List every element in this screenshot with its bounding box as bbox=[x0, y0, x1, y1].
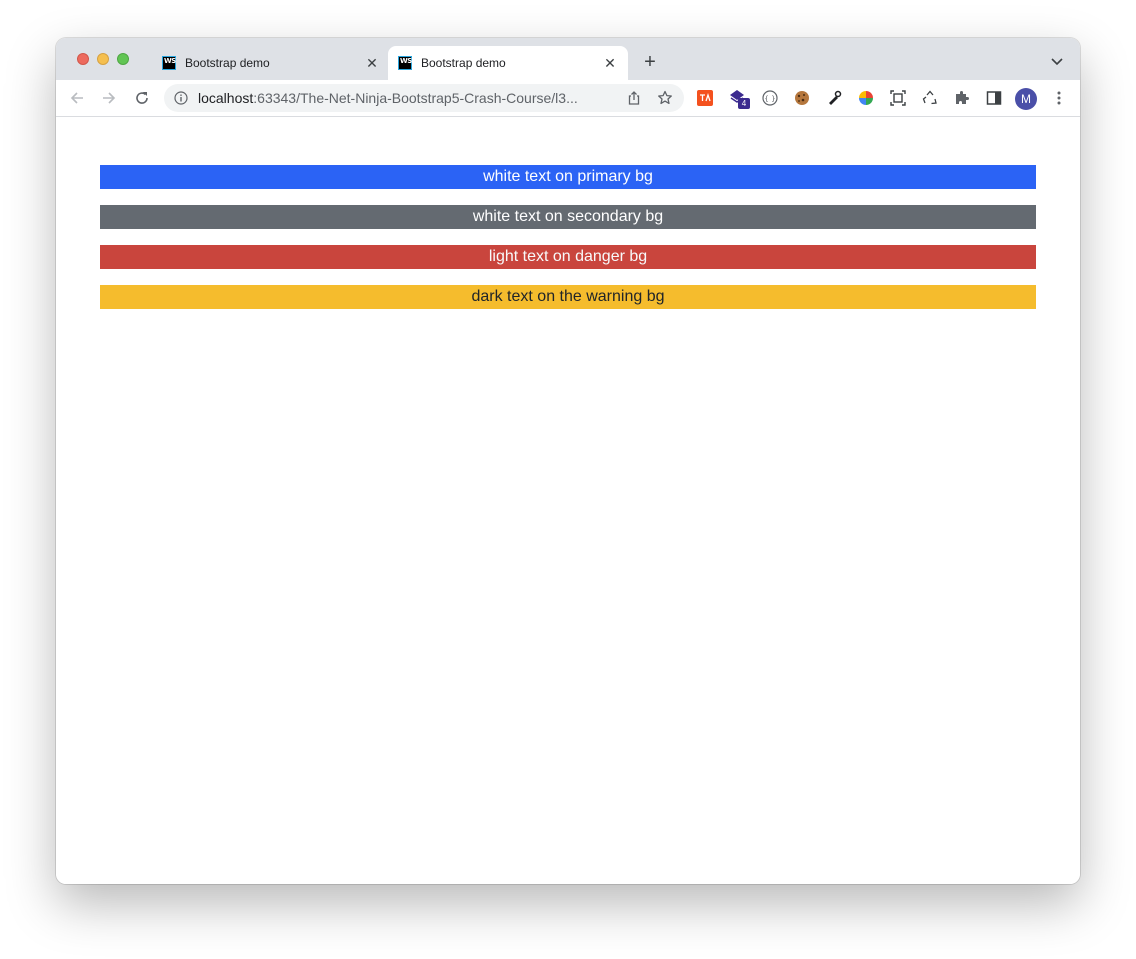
page-content: white text on primary bg white text on s… bbox=[56, 117, 1080, 884]
tab-strip: WS Bootstrap demo ✕ WS Bootstrap demo ✕ … bbox=[56, 38, 1080, 80]
minimize-window-button[interactable] bbox=[97, 53, 109, 65]
extension-translate-icon[interactable] bbox=[697, 90, 713, 106]
close-tab-icon[interactable]: ✕ bbox=[364, 55, 380, 72]
extension-layers-icon[interactable]: 4 bbox=[729, 89, 750, 109]
forward-arrow-icon[interactable] bbox=[100, 89, 118, 107]
share-icon[interactable] bbox=[626, 90, 642, 106]
extension-pen-icon[interactable] bbox=[826, 90, 842, 106]
extension-cookie-icon[interactable] bbox=[794, 90, 810, 106]
svg-text:{ }: { } bbox=[764, 95, 775, 103]
extension-recycle-icon[interactable] bbox=[922, 90, 938, 106]
danger-bg-bar: light text on danger bg bbox=[100, 245, 1036, 269]
tab-bootstrap-demo-2[interactable]: WS Bootstrap demo ✕ bbox=[388, 46, 628, 80]
profile-avatar[interactable]: M bbox=[1015, 88, 1037, 110]
kebab-menu-icon[interactable] bbox=[1051, 90, 1067, 106]
close-window-button[interactable] bbox=[77, 53, 89, 65]
tab-title: Bootstrap demo bbox=[421, 56, 506, 70]
info-icon[interactable] bbox=[174, 91, 188, 105]
extensions-puzzle-icon[interactable] bbox=[954, 90, 970, 106]
browser-window: WS Bootstrap demo ✕ WS Bootstrap demo ✕ … bbox=[56, 38, 1080, 884]
secondary-bg-bar: white text on secondary bg bbox=[100, 205, 1036, 229]
close-tab-icon[interactable]: ✕ bbox=[602, 55, 618, 72]
primary-bg-bar: white text on primary bg bbox=[100, 165, 1036, 189]
address-bar[interactable]: localhost:63343/The-Net-Ninja-Bootstrap5… bbox=[164, 84, 684, 112]
reload-icon[interactable] bbox=[133, 89, 151, 107]
bookmark-star-icon[interactable] bbox=[657, 90, 673, 106]
extension-color-picker-icon[interactable] bbox=[858, 90, 874, 106]
extension-screenshot-icon[interactable] bbox=[890, 90, 906, 106]
back-arrow-icon[interactable] bbox=[68, 89, 86, 107]
url-text[interactable]: localhost:63343/The-Net-Ninja-Bootstrap5… bbox=[198, 90, 616, 106]
extension-badge: 4 bbox=[738, 98, 750, 109]
tab-bootstrap-demo-1[interactable]: WS Bootstrap demo ✕ bbox=[152, 46, 386, 80]
warning-bg-bar: dark text on the warning bg bbox=[100, 285, 1036, 309]
zoom-window-button[interactable] bbox=[117, 53, 129, 65]
new-tab-button[interactable]: + bbox=[640, 52, 660, 72]
extension-json-icon[interactable]: { } bbox=[762, 90, 778, 106]
side-panel-icon[interactable] bbox=[986, 90, 1002, 106]
browser-toolbar: localhost:63343/The-Net-Ninja-Bootstrap5… bbox=[56, 80, 1080, 117]
webstorm-icon: WS bbox=[162, 56, 176, 70]
webstorm-icon: WS bbox=[398, 56, 412, 70]
chevron-down-icon[interactable] bbox=[1049, 53, 1065, 69]
tab-title: Bootstrap demo bbox=[185, 56, 270, 70]
